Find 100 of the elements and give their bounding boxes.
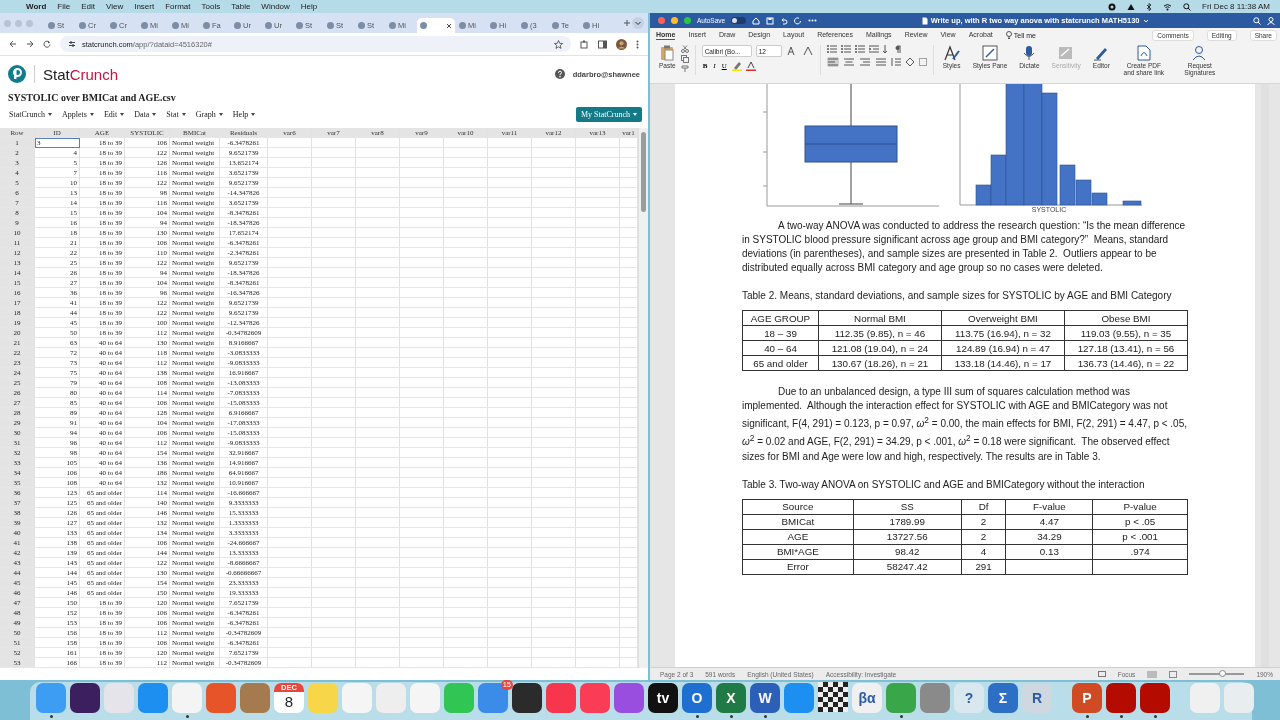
help-icon[interactable] <box>554 69 565 79</box>
menu-button[interactable]: Data <box>134 109 157 119</box>
wifi-icon[interactable] <box>1163 2 1173 11</box>
menu-button[interactable]: Edit <box>103 109 125 119</box>
menu-button[interactable]: Stat <box>166 109 186 119</box>
table-cell: Error <box>786 561 809 573</box>
menu-item[interactable]: File <box>57 2 71 11</box>
site-settings-icon[interactable] <box>68 40 76 48</box>
menu-button[interactable]: StatCrunch <box>9 109 52 119</box>
chevron-down-icon[interactable] <box>1142 18 1149 23</box>
save-icon[interactable] <box>766 16 775 25</box>
menu-button[interactable]: Graph <box>195 109 223 119</box>
app-icon[interactable] <box>70 683 100 713</box>
home-icon[interactable] <box>752 16 761 25</box>
column-header: F-value <box>1033 501 1066 513</box>
shading-icon[interactable] <box>904 58 915 66</box>
copy-icon[interactable] <box>680 55 689 63</box>
list-icon[interactable] <box>826 45 837 53</box>
forward-icon[interactable] <box>26 40 34 48</box>
app-icon[interactable]: O <box>682 683 712 713</box>
table-cell: p < .001 <box>1122 531 1158 543</box>
text-color-icon[interactable] <box>745 61 756 71</box>
menu-item[interactable]: Insert <box>134 2 155 11</box>
undo-icon[interactable] <box>780 16 789 25</box>
highlighter-icon[interactable] <box>731 61 742 71</box>
menu-item[interactable]: Help <box>300 2 318 11</box>
app-icon[interactable]: W <box>750 683 780 713</box>
bluetooth-icon[interactable] <box>1146 2 1153 11</box>
my-statcrunch-button[interactable]: My StatCrunch <box>575 106 642 122</box>
app-icon[interactable]: R <box>1022 683 1052 713</box>
borders-icon[interactable] <box>918 58 927 66</box>
menu-item[interactable]: View <box>106 2 124 11</box>
minimize-button[interactable] <box>671 17 678 24</box>
align-button[interactable] <box>858 57 871 67</box>
column-header: Obese BMI <box>1101 312 1151 324</box>
reload-icon[interactable] <box>43 40 51 48</box>
app-icon[interactable]: ? <box>954 683 984 713</box>
sidebar-icon[interactable] <box>598 39 607 49</box>
list-icon[interactable] <box>840 45 851 53</box>
close-icon[interactable] <box>446 22 452 29</box>
app-icon[interactable]: βα <box>852 683 882 713</box>
focus-icon[interactable] <box>1097 671 1106 677</box>
person-icon[interactable] <box>1267 16 1275 25</box>
table-cell: .974 <box>1130 546 1150 558</box>
web-layout-icon[interactable] <box>1169 670 1178 678</box>
person-icon <box>1191 45 1208 61</box>
scrollbar[interactable] <box>1261 84 1269 667</box>
app-icon[interactable] <box>1140 683 1170 713</box>
menu-item[interactable]: Word <box>26 2 47 11</box>
brush-icon[interactable] <box>680 65 689 73</box>
menu-item[interactable]: Window <box>261 2 290 11</box>
app-icon[interactable]: Σ <box>988 683 1018 713</box>
table-cell: 130.67 (18.26), n = 21 <box>831 357 929 369</box>
chevron-down-icon[interactable] <box>632 17 644 29</box>
back-icon[interactable] <box>9 40 17 48</box>
menu-button[interactable]: Help <box>232 109 256 119</box>
redo-icon[interactable] <box>794 16 803 25</box>
extensions-icon[interactable] <box>580 39 589 49</box>
plus-icon[interactable] <box>623 19 631 27</box>
zoom-button[interactable] <box>684 17 691 24</box>
menu-button[interactable]: Applets <box>62 109 94 119</box>
align-button[interactable] <box>826 57 839 67</box>
clock[interactable]: Fri Dec 8 11:38 AM <box>1202 2 1270 11</box>
list-icon[interactable] <box>854 45 865 53</box>
menu-item[interactable]: Format <box>165 2 191 11</box>
table-cell: 119.03 (9.55), n = 35 <box>1080 327 1172 339</box>
record-icon[interactable] <box>1108 2 1117 11</box>
app-icon[interactable]: X <box>716 683 746 713</box>
autosave-toggle[interactable] <box>731 17 747 24</box>
app-icon[interactable] <box>1106 683 1136 713</box>
more-icon[interactable] <box>808 19 818 22</box>
align-button[interactable] <box>842 57 855 67</box>
indent-icon[interactable] <box>868 45 879 53</box>
scissors-icon[interactable] <box>680 45 689 53</box>
app-icon[interactable]: tv <box>648 683 678 713</box>
triangle-icon[interactable] <box>1127 2 1136 11</box>
pilcrow-icon[interactable] <box>894 45 901 53</box>
menu-item[interactable]: Tools <box>201 2 221 11</box>
document-icon <box>921 16 928 25</box>
scrollbar[interactable] <box>638 128 648 668</box>
menu-item[interactable]: Edit <box>81 2 95 11</box>
table-caption: Table 3. Two-way ANOVA on SYSTOLIC and AGE and BMICategory without the interaction <box>742 477 1146 492</box>
chessboard-icon[interactable] <box>818 682 848 712</box>
avatar-icon[interactable] <box>616 38 627 50</box>
table-cell: AGE <box>787 531 809 543</box>
search-icon[interactable] <box>1253 16 1261 25</box>
app-icon[interactable] <box>512 683 542 713</box>
align-icon <box>875 58 886 66</box>
more-icon[interactable] <box>636 39 639 49</box>
menu-item[interactable]: Table <box>231 2 251 11</box>
table-cell: 18 – 39 <box>764 327 797 339</box>
table-cell: 124.89 (16.94) n = 47 <box>956 342 1050 354</box>
star-icon[interactable] <box>554 39 563 49</box>
zoom-slider-thumb[interactable] <box>1219 670 1227 677</box>
lightbulb-icon[interactable] <box>1005 31 1012 39</box>
print-layout-icon[interactable] <box>1147 670 1158 678</box>
search-icon[interactable] <box>1183 2 1192 11</box>
table-cell: 65 and older <box>753 357 808 369</box>
close-window-button[interactable] <box>658 17 665 24</box>
app-icon[interactable]: P <box>1072 683 1102 713</box>
